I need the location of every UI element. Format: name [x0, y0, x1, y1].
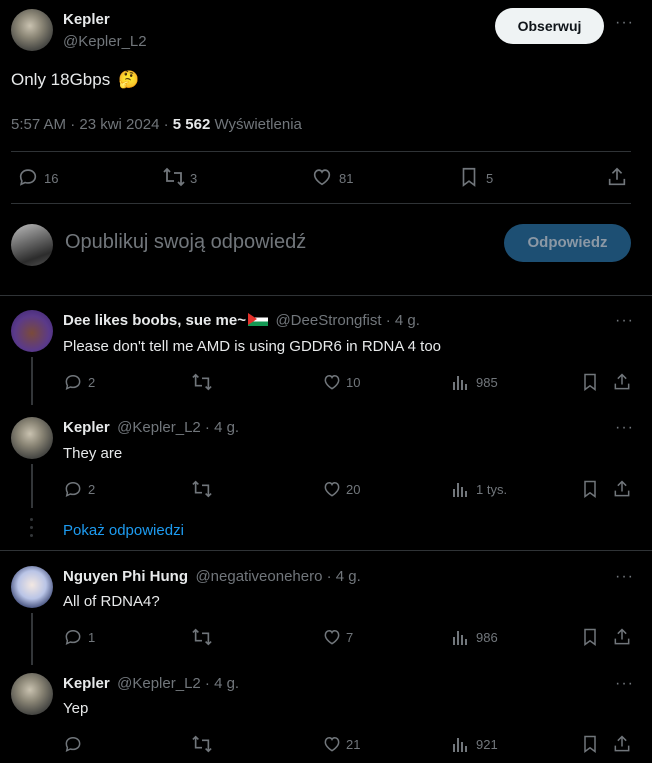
more-options-icon[interactable]: ··· — [615, 675, 634, 693]
views-count: 985 — [476, 375, 498, 390]
author-avatar[interactable] — [11, 9, 53, 51]
reply-input[interactable]: Opublikuj swoją odpowiedź — [65, 231, 306, 254]
reply-avatar[interactable] — [11, 310, 53, 352]
views-icon[interactable] — [452, 735, 470, 753]
views-count: 921 — [476, 737, 498, 752]
repost-icon[interactable] — [191, 372, 213, 392]
reply-icon[interactable] — [63, 372, 83, 392]
follow-button[interactable]: Obserwuj — [495, 8, 604, 44]
share-icon[interactable] — [612, 734, 632, 754]
reply-author-handle[interactable]: @negativeonehero · 4 g. — [195, 568, 360, 585]
bookmark-icon[interactable] — [580, 627, 600, 647]
thinking-emoji: 🤔 — [117, 70, 140, 89]
like-icon[interactable] — [322, 734, 342, 754]
share-icon[interactable] — [606, 166, 628, 188]
reply-icon[interactable] — [17, 166, 39, 188]
repost-icon[interactable] — [191, 734, 213, 754]
views-count: 5 562 — [172, 116, 211, 133]
reply-count: 16 — [44, 171, 59, 186]
more-replies-dots-icon — [30, 518, 34, 542]
reply-author-name[interactable]: Kepler — [63, 419, 110, 436]
bookmark-icon[interactable] — [580, 479, 600, 499]
share-icon[interactable] — [612, 479, 632, 499]
reply-author-handle[interactable]: @Kepler_L2 · 4 g. — [117, 419, 239, 436]
reply-text: All of RDNA4? — [63, 593, 160, 610]
reply-author-handle[interactable]: @DeeStrongfist · 4 g. — [275, 312, 419, 329]
bookmark-count: 5 — [486, 171, 494, 186]
views-label: Wyświetlenia — [214, 116, 302, 133]
like-count: 81 — [339, 171, 354, 186]
share-icon[interactable] — [612, 372, 632, 392]
repost-icon[interactable] — [191, 627, 213, 647]
bookmark-icon[interactable] — [458, 166, 480, 188]
reply-button[interactable]: Odpowiedz — [504, 224, 631, 262]
reply-icon[interactable] — [63, 479, 83, 499]
reply-author-name[interactable]: Kepler — [63, 675, 110, 692]
reply-avatar[interactable] — [11, 673, 53, 715]
like-count: 20 — [346, 482, 361, 497]
reply-icon[interactable] — [63, 627, 83, 647]
like-count: 10 — [346, 375, 361, 390]
like-count: 7 — [346, 630, 354, 645]
palestine-flag-icon — [248, 313, 268, 326]
reply-icon[interactable] — [63, 734, 83, 754]
thread-line — [31, 613, 33, 665]
views-icon[interactable] — [452, 628, 470, 646]
reply-text: Please don't tell me AMD is using GDDR6 … — [63, 338, 442, 355]
like-count: 21 — [346, 737, 361, 752]
bookmark-icon[interactable] — [580, 372, 600, 392]
repost-icon[interactable] — [191, 479, 213, 499]
thread-line — [31, 464, 33, 508]
more-options-icon[interactable]: ··· — [615, 568, 634, 586]
user-avatar[interactable] — [11, 224, 53, 266]
repost-icon[interactable] — [162, 166, 186, 188]
reply-author-name[interactable]: Dee likes boobs, sue me~ — [63, 312, 246, 329]
show-replies-link[interactable]: Pokaż odpowiedzi — [63, 522, 184, 539]
repost-count: 3 — [190, 171, 198, 186]
views-icon[interactable] — [452, 480, 470, 498]
reply-count: 2 — [88, 375, 96, 390]
like-icon[interactable] — [311, 166, 333, 188]
views-count: 986 — [476, 630, 498, 645]
thread-line — [31, 357, 33, 405]
divider — [0, 295, 652, 296]
views-icon[interactable] — [452, 373, 470, 391]
like-icon[interactable] — [322, 627, 342, 647]
divider — [0, 550, 652, 551]
tweet-timestamp[interactable]: 5:57 AM · 23 kwi 2024 · — [11, 116, 169, 133]
reply-text: Yep — [63, 700, 89, 717]
share-icon[interactable] — [612, 627, 632, 647]
reply-author-handle[interactable]: @Kepler_L2 · 4 g. — [117, 675, 239, 692]
tweet-text: Only 18Gbps — [11, 70, 111, 89]
reply-avatar[interactable] — [11, 566, 53, 608]
reply-count: 1 — [88, 630, 96, 645]
reply-count: 2 — [88, 482, 96, 497]
like-icon[interactable] — [322, 372, 342, 392]
more-options-icon[interactable]: ··· — [615, 419, 634, 437]
like-icon[interactable] — [322, 479, 342, 499]
reply-avatar[interactable] — [11, 417, 53, 459]
author-handle[interactable]: @Kepler_L2 — [63, 33, 147, 50]
bookmark-icon[interactable] — [580, 734, 600, 754]
more-options-icon[interactable]: ··· — [615, 312, 634, 330]
more-options-icon[interactable]: ··· — [615, 14, 634, 32]
reply-author-name[interactable]: Nguyen Phi Hung — [63, 568, 188, 585]
views-count: 1 tys. — [476, 482, 508, 497]
reply-text: They are — [63, 445, 123, 462]
divider — [11, 203, 631, 204]
divider — [11, 151, 631, 152]
author-name[interactable]: Kepler — [63, 11, 110, 28]
